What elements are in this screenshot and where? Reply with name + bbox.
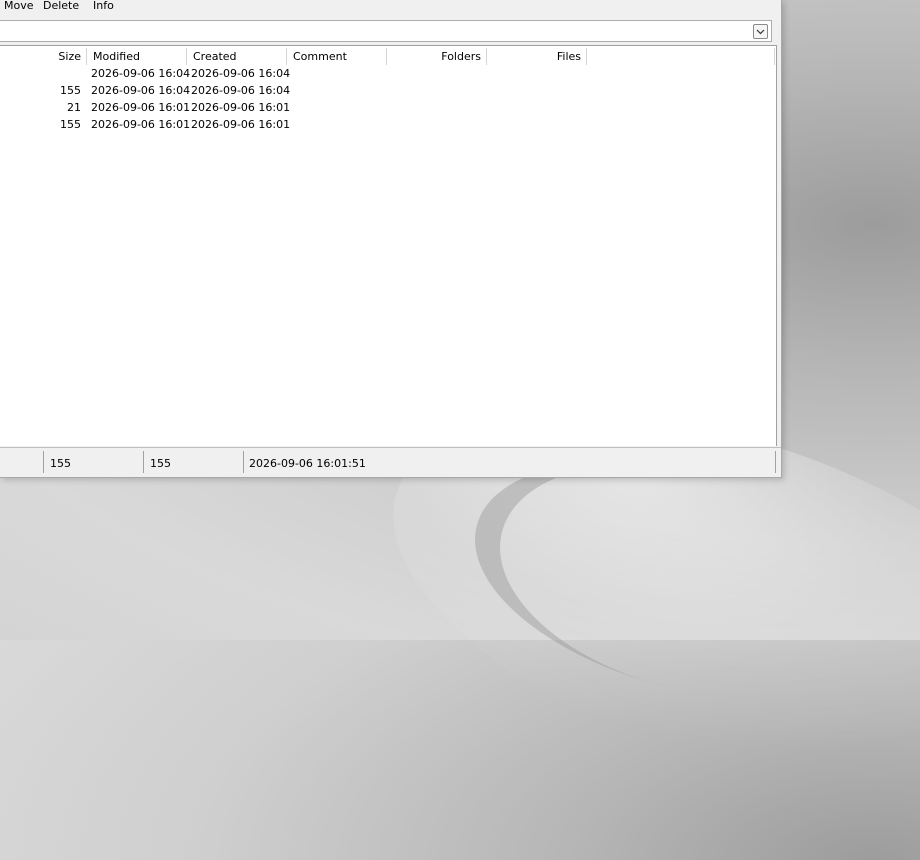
column-header-modified[interactable]: Modified [87,48,187,65]
column-header-files[interactable]: Files [487,48,587,65]
menu-delete[interactable]: Delete [43,0,79,13]
column-header-size[interactable]: Size [0,48,87,65]
status-divider [43,451,44,473]
status-divider [143,451,144,473]
cell-created: 2026-09-06 16:01 [191,101,291,114]
menu-info[interactable]: Info [93,0,114,13]
path-combobox[interactable] [0,20,772,42]
chevron-down-icon [756,29,765,34]
status-size: 155 [50,457,71,470]
table-row[interactable]: 155 2026-09-06 16:01 2026-09-06 16:01 [0,116,776,133]
cell-created: 2026-09-06 16:01 [191,118,291,131]
cell-modified: 2026-09-06 16:04 [91,67,191,80]
status-bar: 155 155 2026-09-06 16:01:51 [0,447,781,477]
cell-modified: 2026-09-06 16:01 [91,118,191,131]
cell-size [0,65,87,82]
status-divider [775,451,776,473]
status-divider [243,451,244,473]
column-header-row: Size Modified Created Comment Folders Fi… [0,46,776,65]
cell-created: 2026-09-06 16:04 [191,84,291,97]
column-header-comment[interactable]: Comment [287,48,387,65]
cell-modified: 2026-09-06 16:01 [91,101,191,114]
cell-modified: 2026-09-06 16:04 [91,84,191,97]
column-header-folders[interactable]: Folders [387,48,487,65]
column-header-filler [587,48,775,65]
table-row[interactable]: 21 2026-09-06 16:01 2026-09-06 16:01 [0,99,776,116]
status-datetime: 2026-09-06 16:01:51 [249,457,366,470]
cell-size: 155 [60,84,81,97]
cell-size: 21 [67,101,81,114]
file-list[interactable]: Size Modified Created Comment Folders Fi… [0,45,777,446]
table-row[interactable]: 155 2026-09-06 16:04 2026-09-06 16:04 [0,82,776,99]
menu-move[interactable]: Move [4,0,34,13]
menu-bar: Move Delete Info [0,0,781,16]
column-header-created[interactable]: Created [187,48,287,65]
combo-dropdown-button[interactable] [753,24,768,39]
file-manager-window: Move Delete Info Size Modified Created C… [0,0,782,478]
cell-size: 155 [60,118,81,131]
cell-created: 2026-09-06 16:04 [191,67,291,80]
status-size-2: 155 [150,457,171,470]
table-row[interactable]: 2026-09-06 16:04 2026-09-06 16:04 [0,65,776,82]
